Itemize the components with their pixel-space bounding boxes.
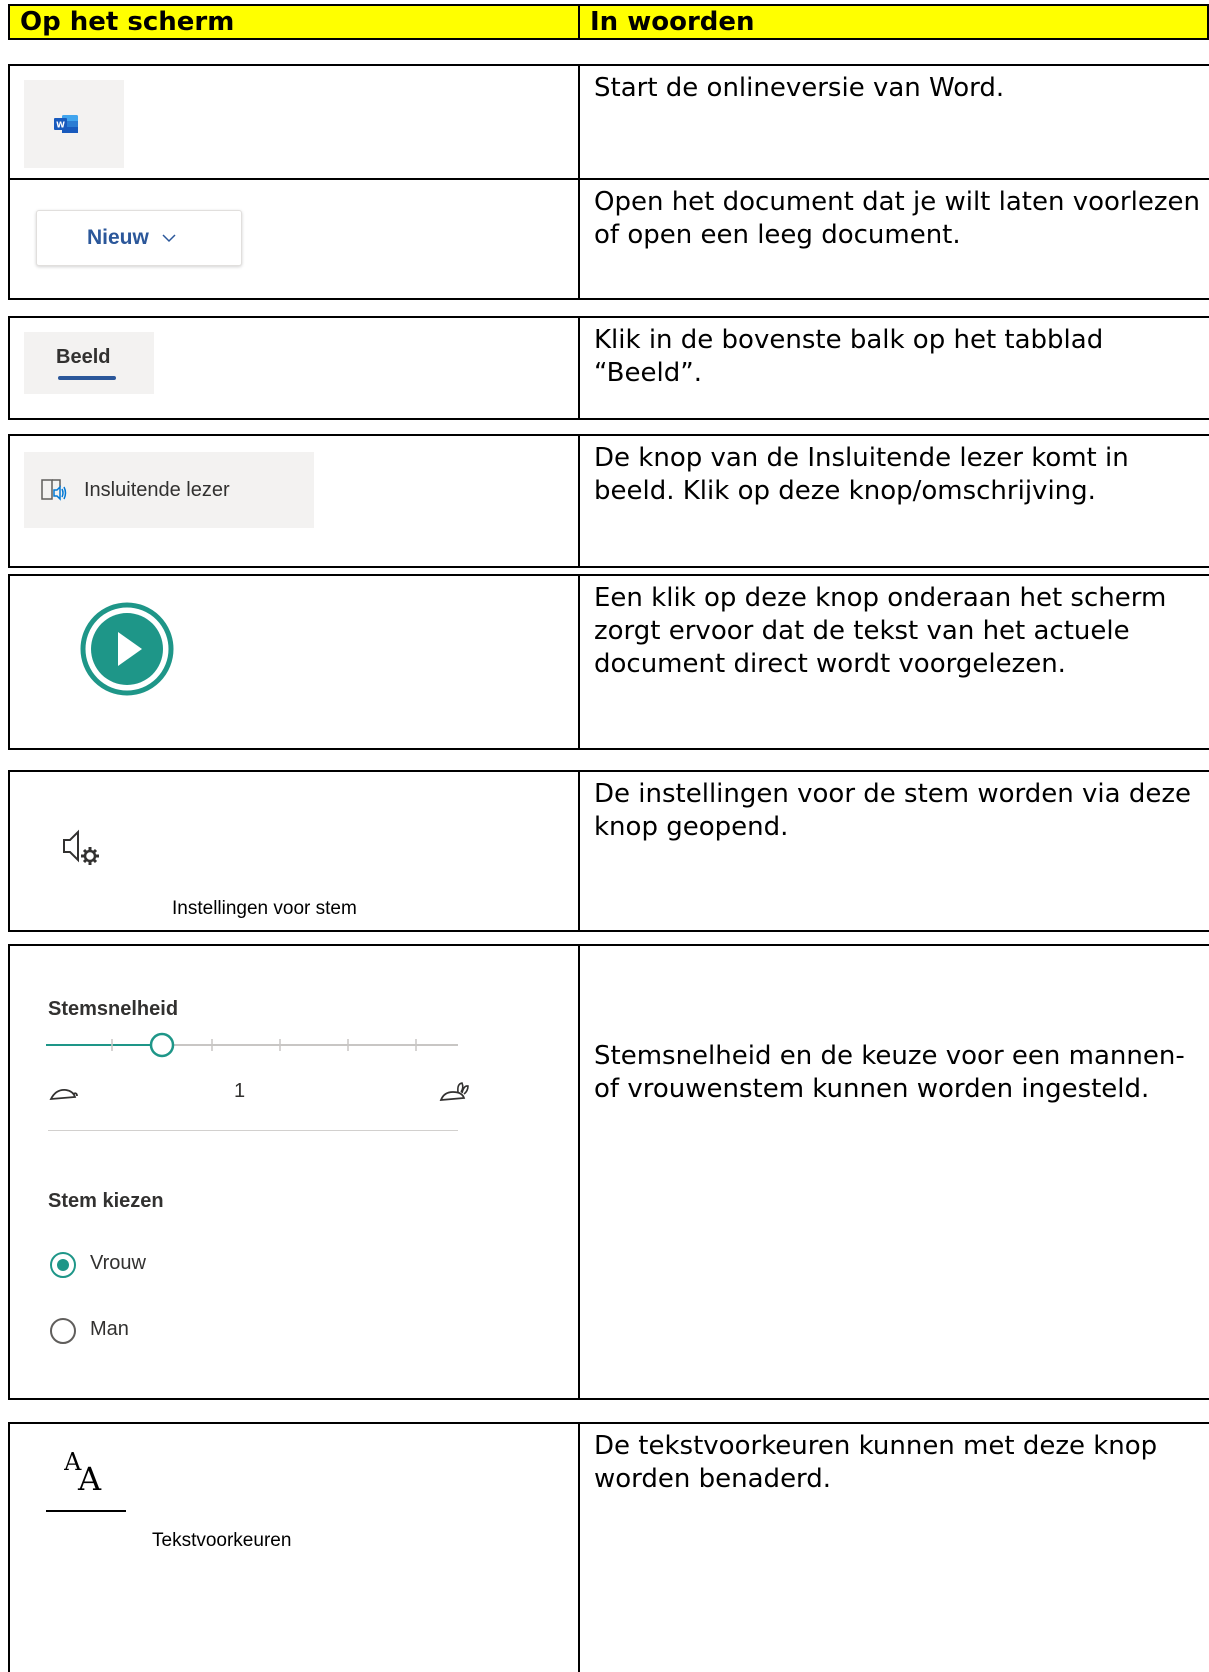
tab-active-indicator bbox=[58, 376, 116, 380]
screen-cell: W bbox=[10, 66, 580, 178]
description-cell: Stemsnelheid en de keuze voor een mannen… bbox=[594, 1041, 1185, 1104]
voice-speed-slider[interactable] bbox=[46, 1028, 458, 1062]
radio-vrouw[interactable] bbox=[50, 1252, 76, 1278]
chevron-down-icon bbox=[162, 234, 176, 243]
choose-voice-title: Stem kiezen bbox=[48, 1190, 164, 1212]
voice-options-panel: Stemsnelheid 1 Stem kiezen Vrouw Man bbox=[10, 946, 580, 1398]
radio-man[interactable] bbox=[50, 1318, 76, 1344]
tab-beeld[interactable]: Beeld bbox=[24, 332, 154, 394]
voice-settings-icon[interactable] bbox=[60, 826, 104, 870]
screen-cell: Stemsnelheid 1 Stem kiezen Vrouw Man bbox=[10, 946, 580, 1398]
description-cell: Klik in de bovenste balk op het tabblad … bbox=[594, 325, 1104, 388]
voice-settings-caption: Instellingen voor stem bbox=[172, 898, 357, 919]
text-preferences-underline bbox=[46, 1510, 126, 1512]
word-app-tile[interactable]: W bbox=[24, 80, 124, 168]
tab-beeld-label: Beeld bbox=[56, 346, 111, 368]
header-col-words: In woorden bbox=[590, 7, 755, 37]
screen-cell bbox=[10, 576, 580, 748]
immersive-reader-label: Insluitende lezer bbox=[84, 478, 230, 501]
immersive-reader-icon bbox=[41, 479, 67, 501]
screen-cell: A A Tekstvoorkeuren bbox=[10, 1424, 580, 1672]
table-row: Beeld Klik in de bovenste balk op het ta… bbox=[8, 316, 1209, 420]
turtle-icon bbox=[49, 1089, 78, 1101]
header-col-screen: Op het scherm bbox=[10, 6, 580, 38]
rabbit-icon bbox=[439, 1082, 469, 1102]
divider bbox=[48, 1130, 458, 1131]
text-preferences-caption: Tekstvoorkeuren bbox=[152, 1530, 292, 1551]
table-row: W Start de onlineversie van Word. bbox=[8, 64, 1209, 180]
svg-text:W: W bbox=[56, 121, 65, 130]
radio-vrouw-label: Vrouw bbox=[90, 1252, 146, 1274]
description-cell: De tekstvoorkeuren kunnen met deze knop … bbox=[594, 1431, 1158, 1494]
play-icon[interactable] bbox=[80, 602, 174, 696]
table-row: Nieuw Open het document dat je wilt late… bbox=[8, 178, 1209, 300]
radio-man-label: Man bbox=[90, 1318, 129, 1340]
description-cell: Start de onlineversie van Word. bbox=[594, 73, 1005, 103]
table-row: Stemsnelheid 1 Stem kiezen Vrouw Man Ste… bbox=[8, 944, 1209, 1400]
table-row: A A Tekstvoorkeuren De tekstvoorkeuren k… bbox=[8, 1422, 1209, 1672]
table-row: Instellingen voor stem De instellingen v… bbox=[8, 770, 1209, 932]
table-row: Een klik op deze knop onderaan het scher… bbox=[8, 574, 1209, 750]
description-cell: De instellingen voor de stem worden via … bbox=[594, 779, 1191, 842]
text-preferences-icon[interactable]: A A bbox=[64, 1448, 112, 1494]
table-header: Op het scherm In woorden bbox=[8, 4, 1209, 40]
immersive-reader-button[interactable]: Insluitende lezer bbox=[24, 452, 314, 528]
screen-cell: Nieuw bbox=[10, 180, 580, 298]
voice-speed-value: 1 bbox=[234, 1080, 246, 1102]
word-app-icon: W bbox=[54, 115, 78, 133]
svg-text:A: A bbox=[77, 1460, 102, 1494]
screen-cell: Beeld bbox=[10, 318, 580, 418]
description-cell: De knop van de Insluitende lezer komt in… bbox=[594, 443, 1129, 506]
new-button-label: Nieuw bbox=[87, 226, 149, 249]
new-button[interactable]: Nieuw bbox=[36, 210, 242, 266]
table-row: Insluitende lezer De knop van de Insluit… bbox=[8, 434, 1209, 568]
voice-speed-title: Stemsnelheid bbox=[48, 998, 179, 1020]
description-cell: Open het document dat je wilt laten voor… bbox=[594, 187, 1200, 250]
screen-cell: Instellingen voor stem bbox=[10, 772, 580, 930]
screen-cell: Insluitende lezer bbox=[10, 436, 580, 566]
description-cell: Een klik op deze knop onderaan het scher… bbox=[594, 583, 1167, 679]
